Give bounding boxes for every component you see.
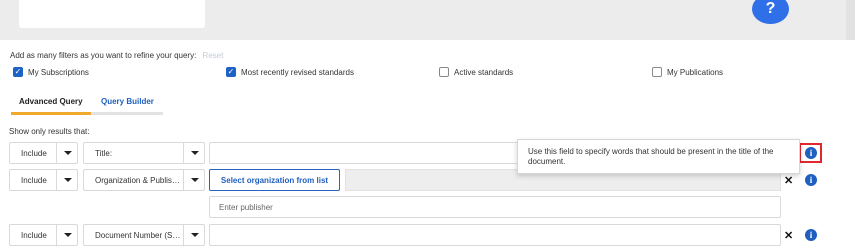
- chevron-down-icon[interactable]: [183, 170, 205, 190]
- checkbox-label: My Subscriptions: [28, 67, 89, 77]
- field-dropdown-value: Document Number (S…: [95, 231, 181, 240]
- checkbox-checked-icon[interactable]: ✓: [226, 67, 236, 77]
- checkbox-my-subscriptions[interactable]: ✓ My Subscriptions: [13, 67, 89, 77]
- remove-row-icon[interactable]: ✕: [784, 174, 793, 187]
- title-field-tooltip: Use this field to specify words that sho…: [517, 139, 800, 174]
- chevron-down-icon[interactable]: [56, 170, 78, 190]
- include-dropdown-value: Include: [21, 231, 47, 240]
- checkbox-label: My Publications: [667, 67, 724, 77]
- tooltip-text: Use this field to specify words that sho…: [528, 147, 774, 166]
- field-dropdown-value: Title:: [95, 149, 113, 158]
- include-dropdown[interactable]: Include: [9, 224, 78, 246]
- field-dropdown-title[interactable]: Title:: [83, 142, 205, 164]
- chevron-down-icon[interactable]: [183, 143, 205, 163]
- tab-advanced-query[interactable]: Advanced Query: [19, 97, 83, 106]
- checkbox-unchecked-icon[interactable]: [652, 67, 662, 77]
- checkbox-most-recently-revised[interactable]: ✓ Most recently revised standards: [226, 67, 354, 77]
- include-dropdown[interactable]: Include: [9, 142, 78, 164]
- include-dropdown-value: Include: [21, 149, 47, 158]
- select-organization-button[interactable]: Select organization from list: [209, 169, 340, 191]
- scrollbar[interactable]: [846, 0, 855, 40]
- checkbox-label: Active standards: [454, 67, 514, 77]
- chevron-down-icon[interactable]: [183, 225, 205, 245]
- tab-active-indicator: [11, 112, 91, 115]
- info-icon[interactable]: i: [805, 174, 817, 186]
- checkbox-label: Most recently revised standards: [241, 67, 354, 77]
- info-icon[interactable]: i: [805, 229, 817, 241]
- field-dropdown-document-number[interactable]: Document Number (S…: [83, 224, 205, 246]
- filters-intro: Add as many filters as you want to refin…: [10, 51, 223, 60]
- top-search-panel: [19, 0, 205, 28]
- checkbox-unchecked-icon[interactable]: [439, 67, 449, 77]
- info-icon-highlight: [799, 143, 822, 163]
- reset-link[interactable]: Reset: [203, 51, 224, 60]
- field-dropdown-organization[interactable]: Organization & Publis…: [83, 169, 205, 191]
- document-number-input[interactable]: [209, 224, 781, 246]
- checkbox-active-standards[interactable]: Active standards: [439, 67, 513, 77]
- include-dropdown[interactable]: Include: [9, 169, 78, 191]
- include-dropdown-value: Include: [21, 176, 47, 185]
- filters-intro-text: Add as many filters as you want to refin…: [10, 51, 197, 60]
- remove-row-icon[interactable]: ✕: [784, 229, 793, 242]
- checkbox-my-publications[interactable]: My Publications: [652, 67, 723, 77]
- chevron-down-icon[interactable]: [56, 143, 78, 163]
- chevron-down-icon[interactable]: [56, 225, 78, 245]
- show-only-label: Show only results that:: [9, 127, 90, 136]
- field-dropdown-value: Organization & Publis…: [95, 176, 180, 185]
- publisher-input[interactable]: [209, 196, 781, 218]
- tab-query-builder[interactable]: Query Builder: [101, 97, 154, 106]
- checkbox-checked-icon[interactable]: ✓: [13, 67, 23, 77]
